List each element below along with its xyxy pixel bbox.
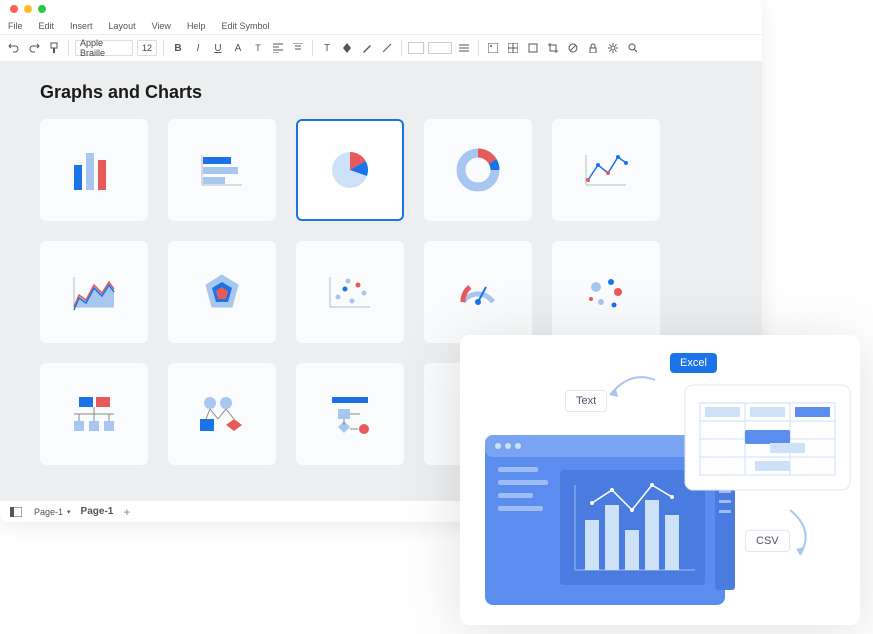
menubar: File Edit Insert Layout View Help Edit S… [0, 18, 762, 34]
format-painter-button[interactable] [46, 40, 62, 56]
chart-flowchart-shapes[interactable] [168, 363, 276, 465]
page-layout-icon[interactable] [8, 504, 24, 520]
underline-button[interactable]: U [210, 40, 226, 56]
font-family-select[interactable]: Apple Braille [75, 40, 133, 56]
chart-area[interactable] [40, 241, 148, 343]
search-button[interactable] [625, 40, 641, 56]
import-illustration-card: Text Excel CSV [460, 335, 860, 625]
chart-line[interactable] [552, 119, 660, 221]
menu-edit-symbol[interactable]: Edit Symbol [221, 21, 269, 31]
align-top-button[interactable] [290, 40, 306, 56]
align-left-button[interactable] [270, 40, 286, 56]
chevron-down-icon: ▾ [67, 508, 71, 516]
insert-table-button[interactable] [505, 40, 521, 56]
text-import-chip: Text [565, 390, 607, 412]
block-button[interactable] [565, 40, 581, 56]
settings-button[interactable] [605, 40, 621, 56]
font-size-select[interactable]: 12 [137, 40, 157, 56]
chart-bar[interactable] [40, 119, 148, 221]
chart-bubble[interactable] [552, 241, 660, 343]
excel-import-chip: Excel [670, 353, 717, 373]
line-style-button[interactable] [456, 40, 472, 56]
font-color-button[interactable]: A [230, 40, 246, 56]
page-dropdown[interactable]: Page-1 ▾ [34, 507, 71, 517]
window-titlebar [0, 0, 762, 18]
menu-layout[interactable]: Layout [109, 21, 136, 31]
menu-view[interactable]: View [152, 21, 171, 31]
insert-shape-button[interactable] [525, 40, 541, 56]
chart-pie[interactable] [296, 119, 404, 221]
chart-doughnut[interactable] [424, 119, 532, 221]
lock-button[interactable] [585, 40, 601, 56]
stroke-swatch[interactable] [428, 42, 452, 54]
menu-file[interactable]: File [8, 21, 23, 31]
line-tool-button[interactable] [379, 40, 395, 56]
add-page-button[interactable]: + [123, 505, 130, 519]
italic-button[interactable]: I [190, 40, 206, 56]
chart-gauge[interactable] [424, 241, 532, 343]
menu-help[interactable]: Help [187, 21, 206, 31]
chart-scatter[interactable] [296, 241, 404, 343]
close-window-button[interactable] [10, 5, 18, 13]
chart-horizontal-bar[interactable] [168, 119, 276, 221]
menu-edit[interactable]: Edit [39, 21, 55, 31]
minimize-window-button[interactable] [24, 5, 32, 13]
font-size-value: 12 [142, 43, 152, 53]
insert-image-button[interactable] [485, 40, 501, 56]
csv-import-chip: CSV [745, 530, 790, 552]
text-tool-button[interactable]: T [319, 40, 335, 56]
font-family-value: Apple Braille [80, 38, 128, 58]
pen-tool-button[interactable] [359, 40, 375, 56]
bold-button[interactable]: B [170, 40, 186, 56]
maximize-window-button[interactable] [38, 5, 46, 13]
text-transform-button[interactable]: T [250, 40, 266, 56]
chart-org[interactable] [40, 363, 148, 465]
page-dropdown-label: Page-1 [34, 507, 63, 517]
chart-radar[interactable] [168, 241, 276, 343]
toolbar: Apple Braille 12 B I U A T T [0, 34, 762, 62]
fill-swatch[interactable] [408, 42, 424, 54]
current-page-tab[interactable]: Page-1 [81, 506, 114, 517]
redo-button[interactable] [26, 40, 42, 56]
chart-process-diagram[interactable] [296, 363, 404, 465]
fill-color-button[interactable] [339, 40, 355, 56]
menu-insert[interactable]: Insert [70, 21, 93, 31]
crop-button[interactable] [545, 40, 561, 56]
undo-button[interactable] [6, 40, 22, 56]
section-title: Graphs and Charts [40, 82, 722, 103]
